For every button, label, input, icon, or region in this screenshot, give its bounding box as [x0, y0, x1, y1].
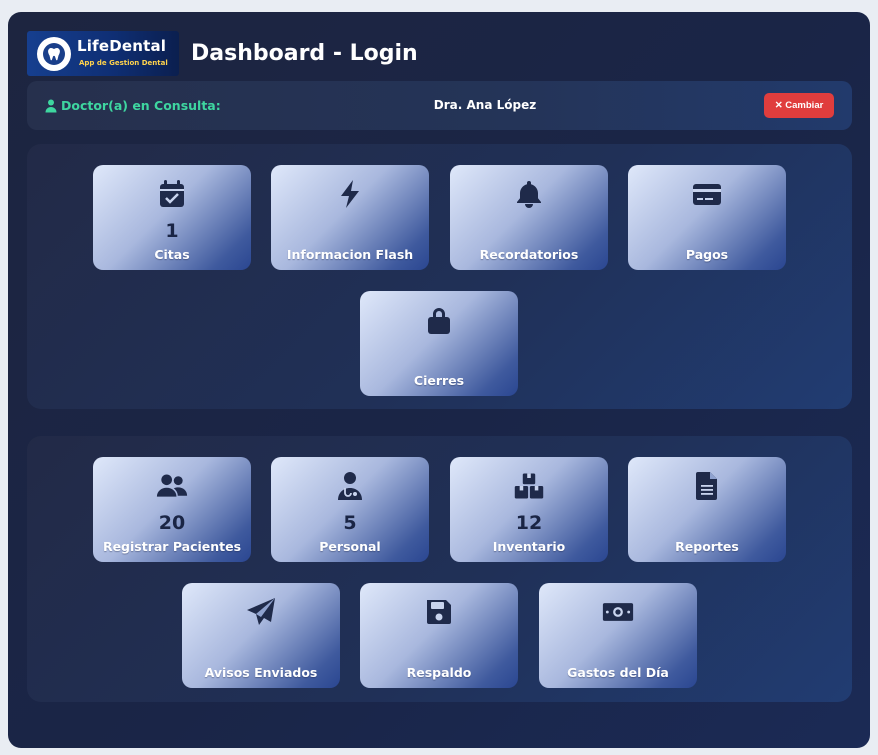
card-label: Inventario [492, 539, 566, 554]
tooth-icon [37, 36, 71, 71]
doctor-bar: Doctor(a) en Consulta: Dra. Ana López ✕ … [27, 81, 852, 130]
doctor-name: Dra. Ana López [433, 98, 537, 112]
users-icon [93, 470, 251, 502]
card-label: Cierres [413, 373, 465, 388]
card-label: Registrar Pacientes [102, 539, 242, 554]
logo-brand: LifeDental [77, 36, 167, 55]
card-reportes[interactable]: Reportes [628, 457, 786, 562]
credit-card-icon [628, 178, 786, 210]
card-recordatorios[interactable]: Recordatorios [450, 165, 608, 270]
card-label: Citas [154, 247, 190, 262]
card-label: Respaldo [406, 665, 472, 680]
card-respaldo[interactable]: Respaldo [360, 583, 518, 688]
modules-panel-primary: 1 Citas Informacion Flash Recordatorios [27, 144, 852, 409]
card-inventario[interactable]: 12 Inventario [450, 457, 608, 562]
card-label: Recordatorios [479, 247, 579, 262]
card-label: Informacion Flash [286, 247, 414, 262]
doctor-label-text: Doctor(a) en Consulta: [61, 98, 221, 113]
card-pagos[interactable]: Pagos [628, 165, 786, 270]
card-informacion-flash[interactable]: Informacion Flash [271, 165, 429, 270]
card-avisos-enviados[interactable]: Avisos Enviados [182, 583, 340, 688]
bell-icon [450, 178, 608, 210]
card-count: 1 [165, 220, 179, 242]
modules-panel-secondary: 20 Registrar Pacientes 5 Personal 12 Inv… [27, 436, 852, 702]
user-doctor-icon [45, 99, 57, 112]
card-gastos-del-dia[interactable]: Gastos del Día [539, 583, 697, 688]
logo-tagline: App de Gestion Dental [79, 58, 168, 67]
card-label: Personal [319, 539, 381, 554]
money-bill-icon [539, 596, 697, 628]
change-doctor-button[interactable]: ✕ Cambiar [764, 93, 834, 118]
floppy-disk-icon [360, 596, 518, 628]
card-count: 20 [158, 512, 186, 534]
card-personal[interactable]: 5 Personal [271, 457, 429, 562]
page-title: Dashboard - Login [191, 40, 418, 66]
file-icon [628, 470, 786, 502]
bolt-icon [271, 178, 429, 210]
calendar-check-icon [93, 178, 251, 210]
paper-plane-icon [182, 596, 340, 628]
card-registrar-pacientes[interactable]: 20 Registrar Pacientes [93, 457, 251, 562]
lifedental-logo: LifeDental App de Gestion Dental [27, 30, 179, 76]
doctor-label: Doctor(a) en Consulta: [45, 98, 221, 113]
card-cierres[interactable]: Cierres [360, 291, 518, 396]
header: LifeDental App de Gestion Dental Dashboa… [27, 30, 418, 76]
dashboard-window: LifeDental App de Gestion Dental Dashboa… [8, 12, 870, 748]
card-label: Reportes [675, 539, 739, 554]
user-doctor-icon [271, 470, 429, 502]
card-label: Gastos del Día [567, 665, 669, 680]
card-count: 12 [515, 512, 543, 534]
boxes-icon [450, 470, 608, 502]
card-label: Pagos [685, 247, 729, 262]
card-label: Avisos Enviados [204, 665, 318, 680]
card-count: 5 [343, 512, 357, 534]
lock-icon [360, 304, 518, 336]
card-citas[interactable]: 1 Citas [93, 165, 251, 270]
